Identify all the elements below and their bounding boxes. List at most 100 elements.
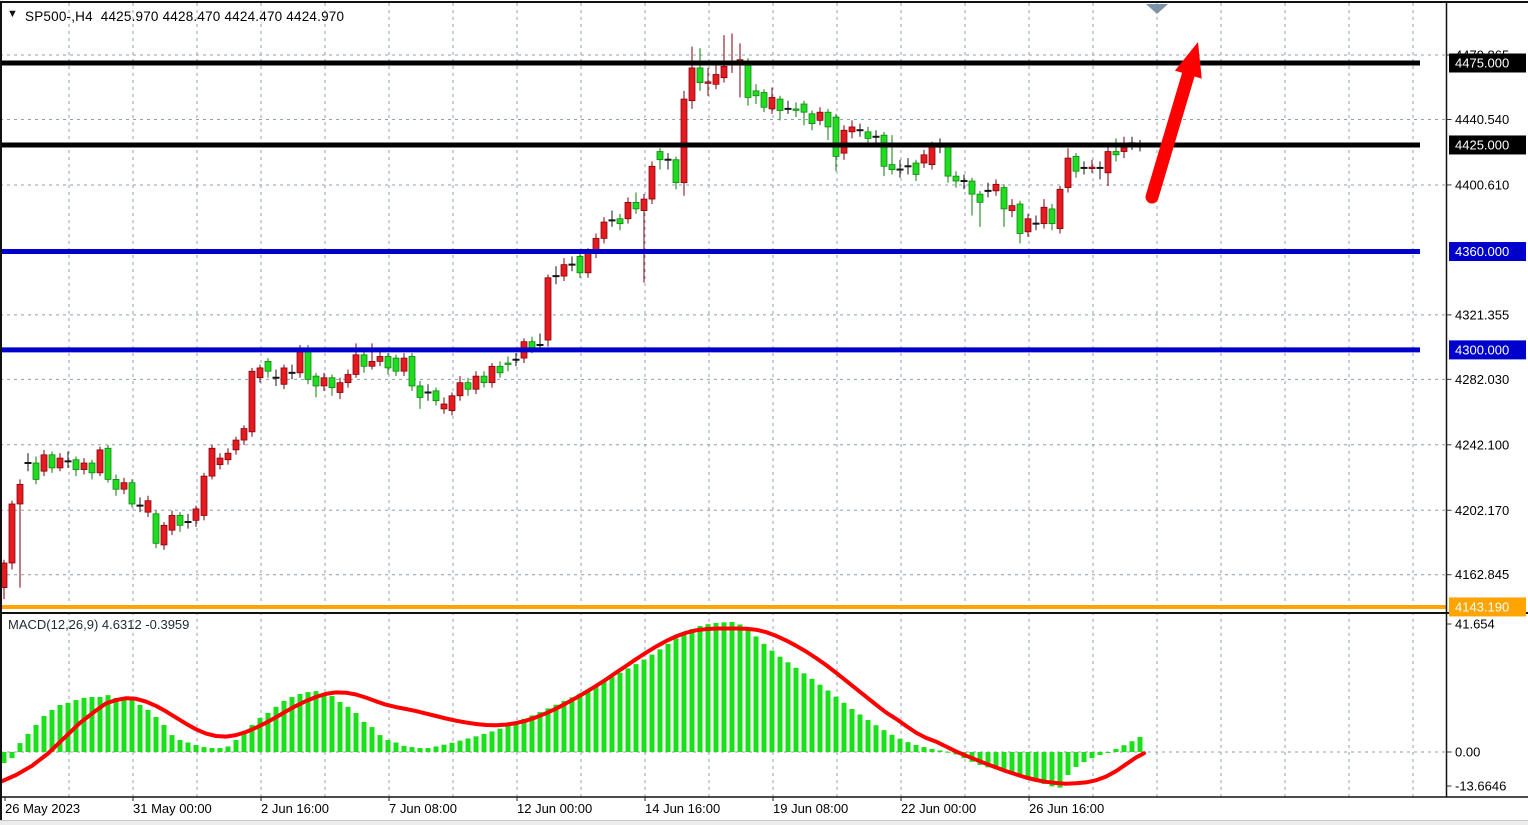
bull-candle <box>225 453 231 460</box>
up-arrow-shaft[interactable] <box>1152 75 1188 197</box>
macd-histogram-bar <box>450 743 455 752</box>
macd-histogram-bar <box>282 701 287 752</box>
price-axis[interactable]: 4479.8654440.5404400.6104321.3554282.030… <box>1447 48 1527 794</box>
bull-candle <box>401 358 407 371</box>
macd-histogram-bar <box>474 736 479 752</box>
macd-histogram-bar <box>18 743 23 752</box>
bear-candle <box>481 376 487 383</box>
macd-histogram-bar <box>130 700 135 752</box>
macd-histogram-bar <box>850 709 855 752</box>
bull-candle <box>625 202 631 218</box>
doji-bar <box>1097 167 1104 169</box>
bull-candle <box>81 463 87 470</box>
macd-histogram-bar <box>322 693 327 752</box>
bear-candle <box>89 463 95 473</box>
bear-candle <box>361 355 367 366</box>
bear-candle <box>417 386 423 397</box>
bull-candle <box>9 504 15 563</box>
macd-histogram-bar <box>506 726 511 752</box>
macd-histogram-bar <box>410 747 415 752</box>
bull-candle <box>1025 219 1031 232</box>
price-axis-label: 4162.845 <box>1455 567 1509 582</box>
macd-histogram-bar <box>186 742 191 752</box>
macd-histogram-bar <box>90 697 95 752</box>
chart-shift-marker-icon[interactable] <box>1146 4 1168 14</box>
price-axis-label: 4400.610 <box>1455 177 1509 192</box>
macd-histogram-bar <box>858 715 863 752</box>
macd-histogram-bar <box>242 733 247 752</box>
macd-histogram-bar <box>2 752 7 763</box>
bear-candle <box>265 361 271 371</box>
macd-axis-label: -13.6646 <box>1455 779 1506 794</box>
bull-candle <box>1065 158 1071 188</box>
bear-candle <box>73 460 79 470</box>
bear-candle <box>977 194 983 202</box>
bull-candle <box>449 396 455 411</box>
macd-histogram-bar <box>1066 752 1071 775</box>
macd-histogram-bar <box>370 727 375 752</box>
bear-candle <box>497 366 503 373</box>
macd-histogram-bar <box>234 740 239 752</box>
price-badge-label: 4360.000 <box>1455 244 1509 259</box>
macd-histogram-bar <box>178 740 183 752</box>
bull-candle <box>353 355 359 375</box>
macd-panel[interactable] <box>0 622 1144 788</box>
macd-histogram-bar <box>426 748 431 752</box>
doji-bar <box>425 392 432 394</box>
macd-histogram-bar <box>778 657 783 752</box>
macd-histogram-bar <box>1138 737 1143 752</box>
macd-histogram-bar <box>162 725 167 752</box>
macd-histogram-bar <box>338 702 343 752</box>
macd-histogram-bar <box>394 742 399 752</box>
price-axis-label: 4282.030 <box>1455 372 1509 387</box>
macd-histogram-bar <box>698 626 703 752</box>
macd-histogram-bar <box>642 659 647 752</box>
macd-histogram-bar <box>514 722 519 752</box>
bear-candle <box>177 515 183 525</box>
bear-candle <box>913 163 919 174</box>
bear-candle <box>825 112 831 127</box>
time-axis[interactable]: 26 May 202331 May 00:002 Jun 16:007 Jun … <box>5 797 1104 816</box>
bear-candle <box>1017 204 1023 234</box>
macd-histogram-bar <box>1074 752 1079 767</box>
macd-histogram-bar <box>914 745 919 752</box>
macd-histogram-bar <box>170 735 175 752</box>
bull-candle <box>161 525 167 545</box>
bear-candle <box>673 160 679 183</box>
price-badge-label: 4425.000 <box>1455 137 1509 152</box>
macd-histogram-bar <box>218 748 223 752</box>
macd-histogram-bar <box>82 698 87 752</box>
bear-candle <box>409 356 415 386</box>
annotations[interactable] <box>1146 4 1202 197</box>
doji-bar <box>961 180 968 182</box>
macd-histogram-bar <box>1026 752 1031 778</box>
macd-histogram-bar <box>26 734 31 752</box>
macd-histogram-bar <box>922 747 927 752</box>
bull-candle <box>249 371 255 432</box>
price-axis-label: 4321.355 <box>1455 307 1509 322</box>
horizontal-level-lines[interactable] <box>0 63 1446 607</box>
bull-candle <box>705 82 711 84</box>
bear-candle <box>105 448 111 479</box>
macd-histogram-bar <box>810 679 815 752</box>
macd-histogram-bar <box>1090 752 1095 758</box>
doji-bar <box>289 372 296 374</box>
macd-indicator-label: MACD(12,26,9) 4.6312 -0.3959 <box>8 617 189 632</box>
up-arrow-head[interactable] <box>1175 42 1202 79</box>
macd-histogram-bar <box>586 690 591 752</box>
bull-candle <box>233 440 239 450</box>
bear-candle <box>329 378 335 388</box>
bear-candle <box>393 358 399 371</box>
doji-bar <box>985 190 992 192</box>
macd-histogram-bar <box>378 735 383 752</box>
bull-candle <box>993 184 999 191</box>
price-axis-label: 4440.540 <box>1455 112 1509 127</box>
bull-candle <box>929 147 935 165</box>
chart-canvas[interactable]: 4479.8654440.5404400.6104321.3554282.030… <box>0 0 1528 825</box>
macd-histogram-bar <box>562 701 567 752</box>
macd-histogram-bar <box>626 668 631 752</box>
macd-histogram-bar <box>138 705 143 752</box>
bear-candle <box>33 463 39 479</box>
window-bottom-edge <box>0 820 1528 825</box>
macd-histogram-bar <box>722 622 727 752</box>
